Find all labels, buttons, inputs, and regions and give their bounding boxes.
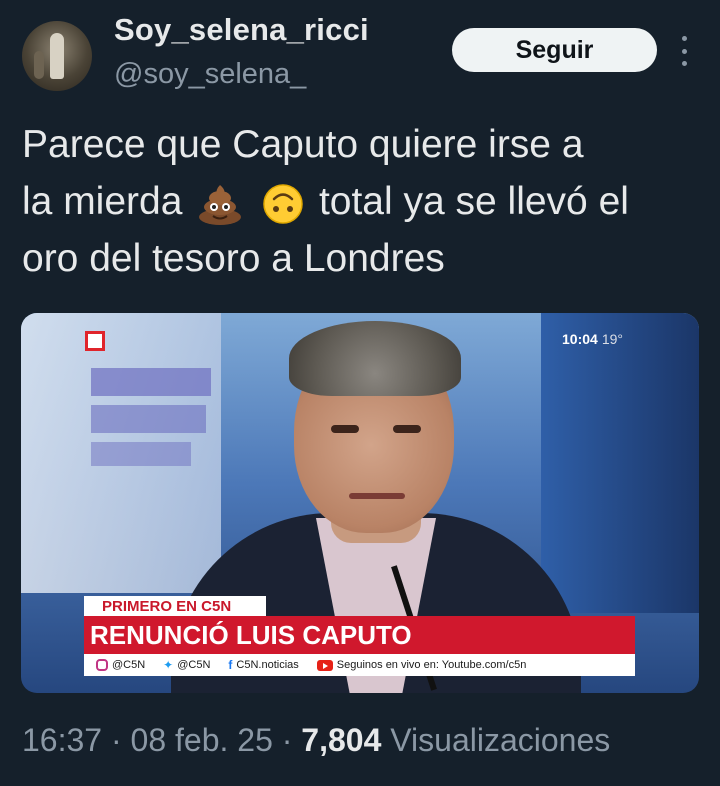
twitter-label: @C5N bbox=[177, 659, 211, 671]
youtube-label: Seguinos en vivo en: Youtube.com/c5n bbox=[336, 659, 527, 671]
twitter-icon: ✦ bbox=[163, 658, 174, 672]
facebook-label: C5N.noticias bbox=[236, 659, 299, 671]
tweet-line-2-start: la mierda bbox=[22, 180, 183, 223]
upside-down-face-icon bbox=[263, 183, 303, 224]
youtube-icon bbox=[316, 659, 333, 671]
tweet-line-3: oro del tesoro a Londres bbox=[22, 237, 445, 280]
person-photo bbox=[171, 313, 581, 693]
twitter-handle: ✦ @C5N bbox=[163, 658, 210, 672]
tweet-media-image[interactable]: 10:04 19° PRIMERO EN C5N RENUNCIÓ LUIS CA… bbox=[21, 313, 699, 693]
tweet-time[interactable]: 16:37 bbox=[22, 722, 102, 758]
user-handle[interactable]: @soy_selena_ bbox=[114, 58, 306, 91]
youtube-handle: Seguinos en vivo en: Youtube.com/c5n bbox=[316, 659, 527, 671]
instagram-handle: @C5N bbox=[96, 659, 145, 671]
person-hair bbox=[289, 321, 461, 396]
tweet-line-2-end: total ya se llevó el bbox=[318, 180, 629, 223]
tweet-line-1: Parece que Caputo quiere irse a bbox=[22, 123, 584, 166]
person-eye bbox=[393, 425, 421, 433]
person-eye bbox=[331, 425, 359, 433]
tweet-header: Soy_selena_ricci @soy_selena_ Seguir bbox=[0, 0, 720, 110]
clock-temperature: 19° bbox=[601, 331, 623, 347]
tweet-meta: 16:37 · 08 feb. 25 · 7,804 Visualizacion… bbox=[22, 722, 610, 759]
channel-logo-icon bbox=[85, 331, 105, 351]
tweet-line-2: la mierda total ya se llevó el bbox=[22, 173, 702, 230]
poop-emoji-icon bbox=[199, 184, 242, 225]
instagram-icon bbox=[96, 659, 108, 671]
follow-button[interactable]: Seguir bbox=[452, 28, 657, 72]
news-social-bar: @C5N ✦ @C5N f C5N.noticias Seguinos en viv… bbox=[84, 654, 635, 676]
news-headline: RENUNCIÓ LUIS CAPUTO bbox=[84, 616, 635, 654]
facebook-icon: f bbox=[228, 658, 233, 672]
news-banner-label: PRIMERO EN C5N bbox=[84, 596, 266, 616]
person-mouth bbox=[349, 493, 405, 499]
tweet-date[interactable]: 08 feb. 25 bbox=[131, 722, 273, 758]
tweet-text: Parece que Caputo quiere irse a la mierd… bbox=[22, 116, 702, 287]
avatar-figure bbox=[34, 51, 44, 79]
avatar[interactable] bbox=[22, 21, 92, 91]
instagram-label: @C5N bbox=[112, 659, 146, 671]
views-label: Visualizaciones bbox=[390, 722, 611, 758]
display-name[interactable]: Soy_selena_ricci bbox=[114, 12, 369, 48]
meta-separator: · bbox=[102, 722, 131, 758]
more-options-icon[interactable] bbox=[678, 36, 690, 66]
avatar-figure bbox=[50, 33, 64, 79]
meta-separator: · bbox=[272, 722, 302, 758]
facebook-handle: f C5N.noticias bbox=[228, 658, 298, 672]
views-count: 7,804 bbox=[301, 722, 382, 758]
